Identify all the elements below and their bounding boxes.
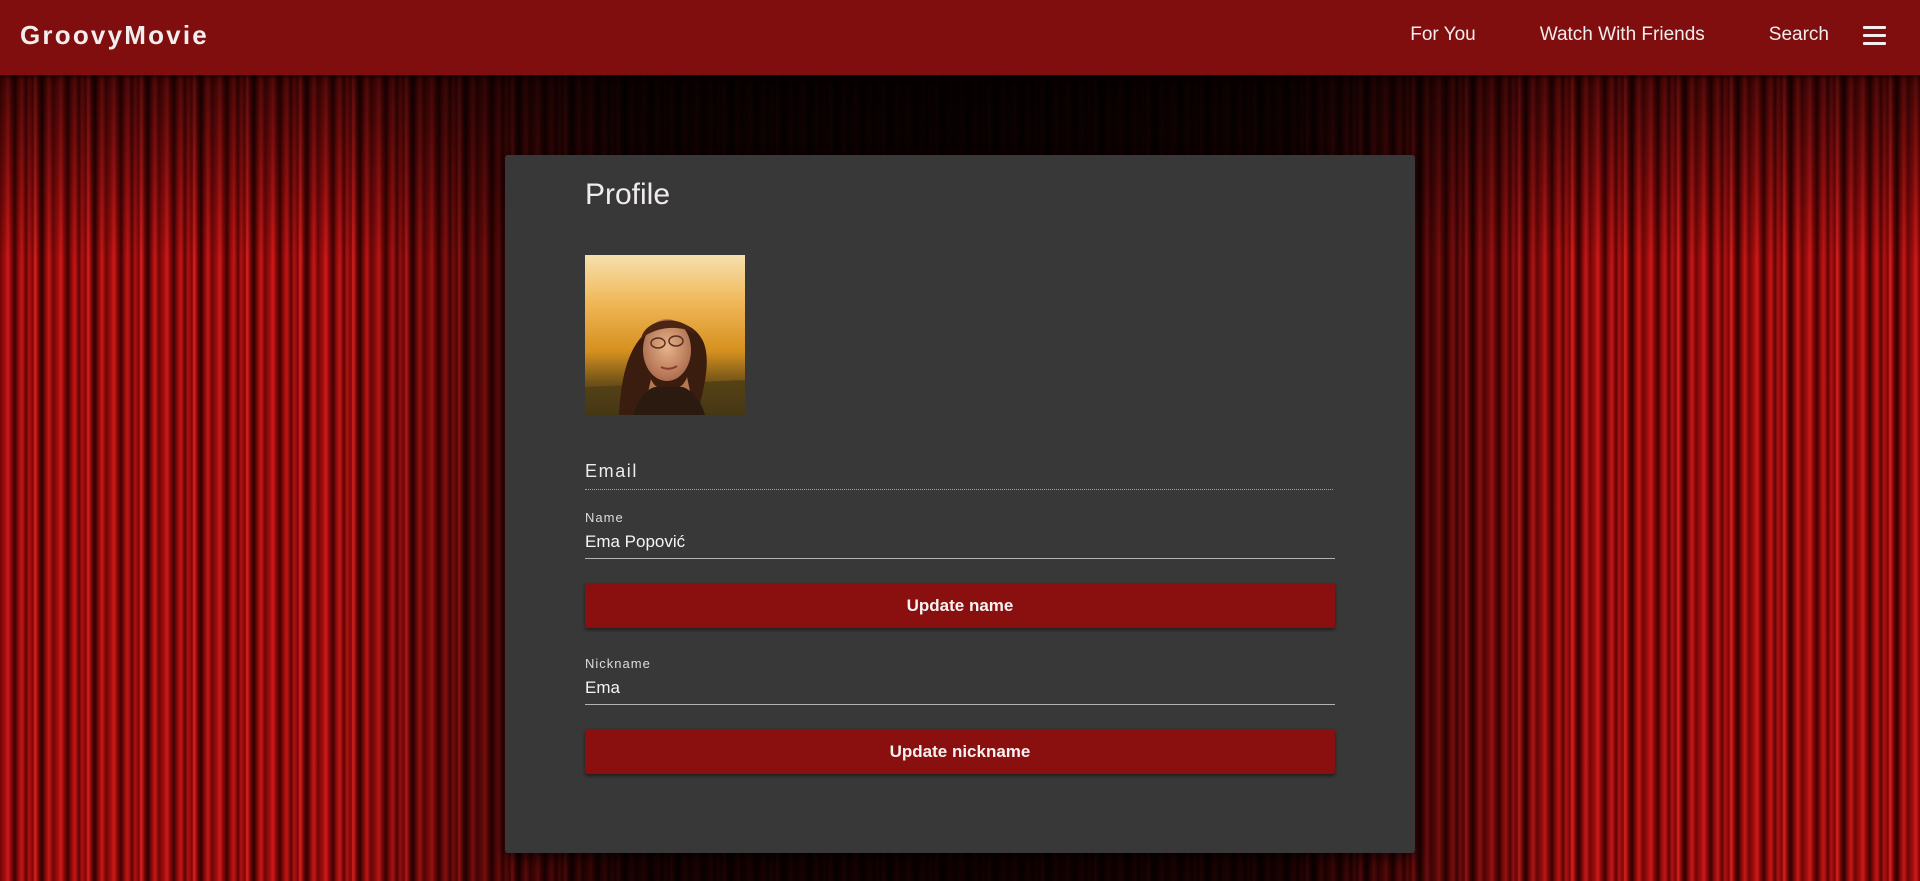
update-nickname-button[interactable]: Update nickname xyxy=(585,729,1335,774)
nav-search[interactable]: Search xyxy=(1737,23,1861,47)
nav-watch-with-friends[interactable]: Watch With Friends xyxy=(1508,23,1737,47)
nav-for-you[interactable]: For You xyxy=(1378,23,1508,47)
hamburger-menu-icon[interactable] xyxy=(1863,25,1888,45)
nickname-field-label: Nickname xyxy=(585,656,651,671)
menu-icon-bar xyxy=(1863,25,1886,29)
nickname-field[interactable]: Nickname xyxy=(585,656,1335,705)
name-field-label: Name xyxy=(585,510,624,525)
avatar-photo xyxy=(585,255,745,415)
email-label: Email xyxy=(585,460,1333,490)
name-input[interactable] xyxy=(585,530,1335,554)
profile-card: Profile Email Name Ema Popović Update na… xyxy=(505,155,1415,853)
avatar xyxy=(585,255,745,415)
brand-logo[interactable]: GroovyMovie xyxy=(20,20,209,50)
update-name-button[interactable]: Update name xyxy=(585,583,1335,628)
menu-icon-bar xyxy=(1863,33,1886,37)
page-title: Profile xyxy=(585,178,671,211)
menu-icon-bar xyxy=(1863,41,1886,45)
name-field[interactable]: Name xyxy=(585,510,1335,559)
app-bar: GroovyMovie For You Watch With Friends S… xyxy=(0,0,1920,75)
nickname-input[interactable] xyxy=(585,676,1335,700)
main-nav: For You Watch With Friends Search xyxy=(1378,0,1920,70)
